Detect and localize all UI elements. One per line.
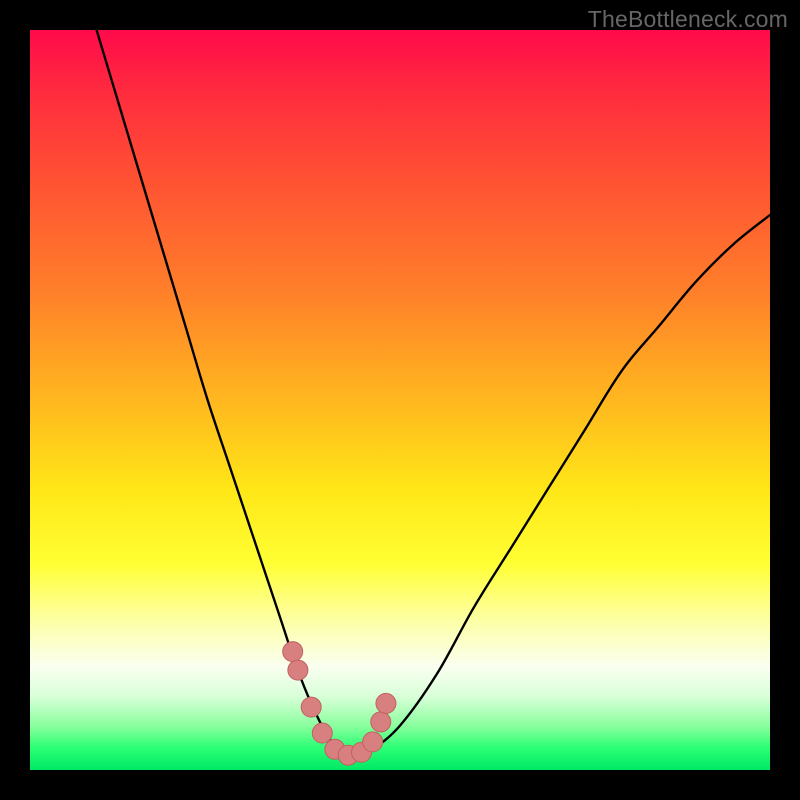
marker-point	[371, 712, 391, 732]
chart-overlay	[0, 0, 800, 800]
watermark-text: TheBottleneck.com	[588, 6, 788, 33]
marker-point	[283, 642, 303, 662]
marker-point	[312, 723, 332, 743]
marker-point	[301, 697, 321, 717]
highlight-markers	[283, 642, 396, 766]
chart-frame: TheBottleneck.com	[0, 0, 800, 800]
curve-group	[97, 30, 770, 757]
bottleneck-curve	[97, 30, 770, 757]
marker-point	[376, 693, 396, 713]
marker-point	[288, 660, 308, 680]
marker-point	[363, 732, 383, 752]
